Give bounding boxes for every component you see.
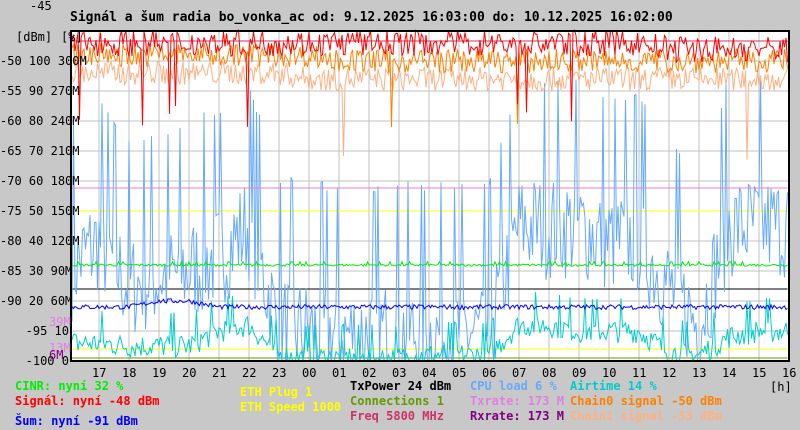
y-tick-pct: 90: [28, 84, 44, 98]
legend-item: Txrate: 173 M: [470, 394, 564, 408]
y-tick-pct: 20: [28, 294, 44, 308]
y-tick-dbm: -70: [0, 174, 22, 188]
x-tick-label: 23: [272, 366, 287, 380]
y-tick-mbps: 180M: [50, 174, 80, 188]
legend-item: Šum: nyní -91 dBm: [15, 414, 138, 428]
y-tick-pct: 100: [28, 54, 51, 68]
y-tick-mbps: 90M: [50, 264, 73, 278]
x-tick-label: 18: [122, 366, 137, 380]
legend-item: TxPower 24 dBm: [350, 379, 452, 393]
y-tick-mbps: 210M: [50, 144, 80, 158]
legend-item: Airtime 14 %: [570, 379, 657, 393]
x-tick-label: 00: [302, 366, 317, 380]
y-tick-pct: 80: [28, 114, 44, 128]
y-tick-mbps: 240M: [50, 114, 80, 128]
x-tick-label: 15: [752, 366, 767, 380]
y-tick-dbm: -55: [0, 84, 22, 98]
y-tick-dbm: -45: [30, 0, 52, 13]
x-tick-label: 12: [662, 366, 677, 380]
x-tick-label: 14: [722, 366, 737, 380]
legend-item: Freq 5800 MHz: [350, 409, 444, 423]
y-tick-dbm: -60: [0, 114, 22, 128]
y-unit-pct: [%]: [61, 30, 83, 44]
x-tick-label: 13: [692, 366, 707, 380]
legend-item: CPU load 6 %: [470, 379, 557, 393]
x-tick-label: 22: [242, 366, 257, 380]
x-tick-label: 16: [782, 366, 797, 380]
legend-item: ETH Speed 1000: [240, 400, 342, 414]
legend-item: Signál: nyní -48 dBm: [15, 394, 160, 408]
legend-item: Chain1 signal -53 dBm: [570, 409, 722, 423]
y-tick-extra: 6M: [49, 348, 64, 362]
y-tick-dbm: -80: [0, 234, 22, 248]
x-axis-label: [h]: [770, 380, 792, 394]
chart-title: Signál a šum radia bo_vonka_ac od: 9.12.…: [70, 10, 673, 25]
y-tick-pct: 50: [28, 204, 44, 218]
y-tick-mbps: 150M: [50, 204, 80, 218]
legend-item: ETH Plug 1: [240, 385, 313, 399]
legend-item: Connections 1: [350, 394, 444, 408]
x-tick-label: 21: [212, 366, 227, 380]
y-tick-dbm: -50: [0, 54, 22, 68]
x-tick-label: 20: [182, 366, 197, 380]
y-tick-pct: 40: [28, 234, 44, 248]
legend-item: CINR: nyní 32 %: [15, 379, 124, 393]
y-tick-pct: 70: [28, 144, 44, 158]
y-tick-dbm: -90: [0, 294, 22, 308]
y-tick-dbm: -85: [0, 264, 22, 278]
y-unit-dbm: [dBm]: [16, 30, 53, 44]
x-tick-label: 01: [332, 366, 347, 380]
legend-item: Rxrate: 173 M: [470, 409, 564, 423]
x-tick-label: 19: [152, 366, 167, 380]
y-tick-mbps: 270M: [50, 84, 80, 98]
y-tick-pct: 60: [28, 174, 44, 188]
y-tick-dbm: -75: [0, 204, 22, 218]
y-tick-dbm: -65: [0, 144, 22, 158]
y-tick-dbm: -95: [25, 324, 48, 338]
y-tick-pct: 30: [28, 264, 44, 278]
y-tick-extra: 39M: [49, 315, 71, 329]
y-tick-mbps: 300M: [57, 54, 87, 68]
x-tick-label: 05: [452, 366, 467, 380]
legend-item: Chain0 signal -50 dBm: [570, 394, 722, 408]
y-tick-mbps: 120M: [50, 234, 80, 248]
y-tick-mbps: 60M: [50, 294, 73, 308]
